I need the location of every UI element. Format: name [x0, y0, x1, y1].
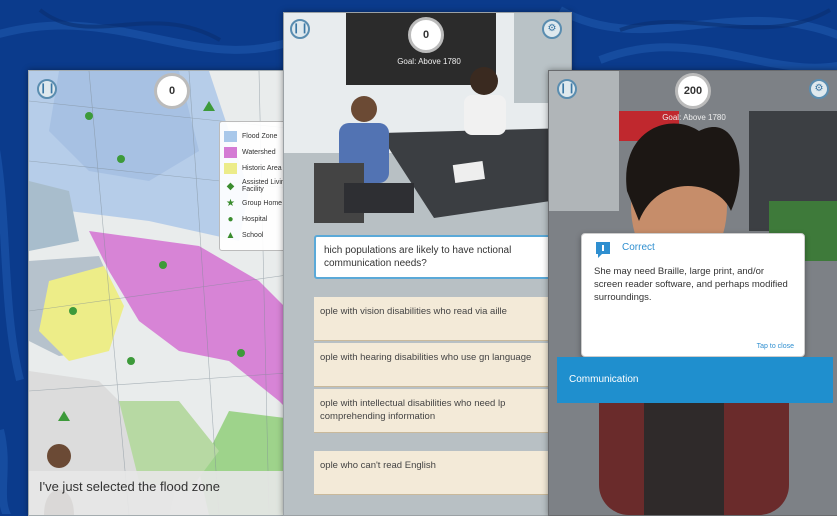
info-bubble-icon	[596, 242, 610, 258]
feedback-screen: ❙❙ 200 Goal: Above 1780 ⚙ Correct She ma…	[548, 70, 837, 516]
topic-bar: Communication	[557, 357, 833, 403]
watershed-swatch	[224, 147, 237, 158]
goal-label: Goal: Above 1780	[662, 113, 726, 122]
pause-button[interactable]: ❙❙	[290, 19, 310, 39]
answer-option[interactable]: ople with intellectual disabilities who …	[314, 389, 552, 433]
goal-label: Goal: Above 1780	[397, 57, 461, 66]
answer-option[interactable]: ople with vision disabilities who read v…	[314, 297, 552, 341]
legend-label: Group Home	[242, 200, 283, 207]
popup-message: She may need Braille, large print, and/o…	[594, 266, 788, 303]
legend-label: Historic Area	[242, 165, 282, 172]
popup-title: Correct	[622, 242, 655, 253]
settings-button[interactable]: ⚙	[809, 79, 829, 99]
score-badge: 200	[675, 73, 711, 109]
settings-button[interactable]: ⚙	[542, 19, 562, 39]
pause-button[interactable]: ❙❙	[557, 79, 577, 99]
legend-label: Flood Zone	[242, 133, 278, 140]
legend-label: Watershed	[242, 149, 276, 156]
legend-label: School	[242, 232, 264, 239]
historic-area-swatch	[224, 163, 237, 174]
score-badge: 0	[408, 17, 444, 53]
triangle-icon: ▲	[225, 230, 236, 241]
circle-icon: ●	[227, 214, 234, 225]
star-icon: ★	[226, 198, 235, 209]
pause-button[interactable]: ❙❙	[37, 79, 57, 99]
tap-to-close-link[interactable]: Tap to close	[757, 343, 794, 350]
diamond-icon: ◆	[226, 180, 235, 192]
question-box: hich populations are likely to have ncti…	[314, 235, 552, 279]
legend-label: Hospital	[242, 216, 268, 223]
feedback-popup[interactable]: Correct She may need Braille, large prin…	[581, 233, 805, 357]
map-screen: ❙❙ 0 ⚙ Flood Zone Watershed Historic Are…	[28, 70, 317, 516]
answer-option[interactable]: ople with hearing disabilities who use g…	[314, 343, 552, 387]
dialogue-caption: I've just selected the flood zone	[29, 471, 316, 515]
answer-option[interactable]: ople who can't read English	[314, 451, 552, 495]
score-badge: 0	[154, 73, 190, 109]
flood-zone-swatch	[224, 131, 237, 142]
quiz-screen: ❙❙ 0 Goal: Above 1780 ⚙ hich populations…	[283, 12, 572, 516]
